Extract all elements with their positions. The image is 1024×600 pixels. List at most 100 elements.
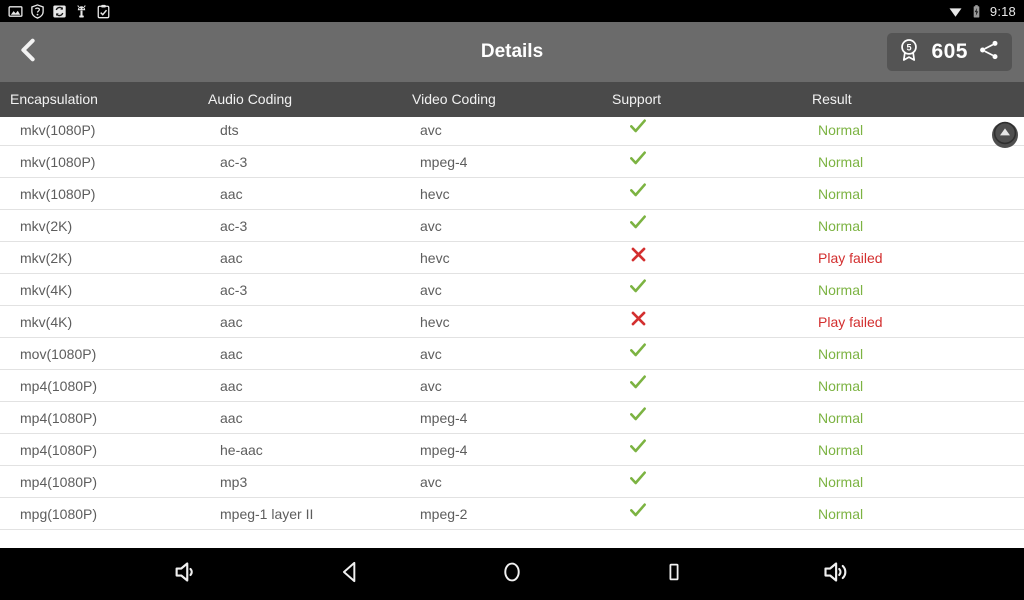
cell-result: Normal — [818, 346, 864, 362]
table-row[interactable]: mkv(4K) aac hevc Play failed — [0, 306, 1024, 338]
cell-audio-coding: he-aac — [220, 442, 263, 458]
nav-home-button[interactable] — [477, 548, 547, 600]
cell-video-coding: mpeg-4 — [420, 442, 468, 458]
clipboard-check-icon — [96, 4, 111, 19]
cell-audio-coding: aac — [220, 250, 243, 266]
table-row[interactable]: mkv(2K) aac hevc Play failed — [0, 242, 1024, 274]
cell-support — [618, 370, 658, 402]
cell-support — [618, 146, 658, 178]
column-header-video-coding: Video Coding — [412, 91, 496, 107]
cell-video-coding: avc — [420, 218, 442, 234]
scroll-to-top-button[interactable] — [992, 121, 1018, 148]
cell-encapsulation: mkv(2K) — [20, 250, 73, 266]
cell-result: Normal — [818, 218, 864, 234]
nav-back-button[interactable] — [315, 548, 385, 600]
check-icon — [628, 179, 648, 211]
clock-time: 9:18 — [989, 3, 1016, 19]
status-bar: 9:18 — [0, 0, 1024, 22]
column-header-result: Result — [812, 91, 852, 107]
award-badge-icon: 5 — [896, 37, 922, 68]
cell-encapsulation: mpg(1080P) — [20, 506, 98, 522]
cell-support — [618, 498, 658, 530]
usb-android-icon — [74, 4, 89, 19]
cell-result: Normal — [818, 122, 864, 138]
table-row[interactable]: mkv(2K) ac-3 avc Normal — [0, 210, 1024, 242]
details-screen: 9:18 Details 5 605 mkv(1080P) dts avc No… — [0, 0, 1024, 600]
cell-result: Normal — [818, 410, 864, 426]
column-header-support: Support — [612, 91, 662, 107]
status-bar-notification-icons — [0, 3, 111, 19]
cross-icon — [629, 243, 648, 275]
cell-support — [618, 114, 658, 146]
volume-up-button[interactable] — [801, 548, 871, 600]
score-share-group[interactable]: 5 605 — [887, 33, 1012, 71]
recents-square-icon — [662, 560, 686, 589]
cell-result: Play failed — [818, 314, 883, 330]
cell-result: Normal — [818, 378, 864, 394]
volume-down-button[interactable] — [151, 548, 221, 600]
cell-encapsulation: mkv(2K) — [20, 218, 73, 234]
cell-support — [618, 466, 658, 498]
score-value: 605 — [931, 40, 968, 63]
sync-icon — [52, 4, 67, 19]
cell-video-coding: avc — [420, 346, 442, 362]
cell-support — [618, 178, 658, 210]
table-row[interactable]: mkv(4K) ac-3 avc Normal — [0, 274, 1024, 306]
cell-audio-coding: mpeg-1 layer II — [220, 506, 314, 522]
cell-encapsulation: mp4(1080P) — [20, 442, 98, 458]
cell-audio-coding: ac-3 — [220, 218, 248, 234]
table-row[interactable]: mp4(1080P) aac mpeg-4 Normal — [0, 402, 1024, 434]
table-row[interactable]: mp4(1080P) he-aac mpeg-4 Normal — [0, 434, 1024, 466]
compatibility-table-body[interactable]: mkv(1080P) Normal mkv(1080P) dts avc Normal… — [0, 82, 1024, 550]
cell-result: Play failed — [818, 250, 883, 266]
check-icon — [628, 435, 648, 467]
nav-recents-button[interactable] — [639, 548, 709, 600]
column-header-encapsulation: Encapsulation — [10, 91, 98, 107]
cell-video-coding: hevc — [420, 314, 450, 330]
check-icon — [628, 371, 648, 403]
cell-video-coding: mpeg-4 — [420, 154, 468, 170]
table-row[interactable]: mov(1080P) aac avc Normal — [0, 338, 1024, 370]
photo-icon — [8, 4, 23, 19]
table-row[interactable]: mp4(1080P) mp3 avc Normal — [0, 466, 1024, 498]
cell-encapsulation: mkv(1080P) — [20, 186, 96, 202]
check-icon — [628, 147, 648, 179]
battery-charging-icon — [969, 4, 984, 19]
cell-result: Normal — [818, 474, 864, 490]
cell-audio-coding: ac-3 — [220, 154, 248, 170]
cell-audio-coding: aac — [220, 410, 243, 426]
cell-encapsulation: mp4(1080P) — [20, 378, 98, 394]
cell-encapsulation: mkv(1080P) — [20, 122, 96, 138]
table-row[interactable]: mp4(1080P) aac avc Normal — [0, 370, 1024, 402]
table-row[interactable]: mkv(1080P) ac-3 mpeg-4 Normal — [0, 146, 1024, 178]
cell-video-coding: hevc — [420, 186, 450, 202]
page-title: Details — [480, 41, 544, 62]
system-navigation-bar — [0, 548, 1024, 600]
cell-video-coding: mpeg-4 — [420, 410, 468, 426]
cell-video-coding: avc — [420, 474, 442, 490]
back-triangle-icon — [337, 559, 363, 590]
volume-up-icon — [821, 557, 851, 592]
cell-support — [618, 306, 658, 338]
share-icon[interactable] — [977, 38, 1001, 67]
check-icon — [628, 211, 648, 243]
cell-result: Normal — [818, 506, 864, 522]
cell-audio-coding: ac-3 — [220, 282, 248, 298]
cell-support — [618, 242, 658, 274]
cell-audio-coding: aac — [220, 378, 243, 394]
cell-encapsulation: mp4(1080P) — [20, 410, 98, 426]
cell-audio-coding: aac — [220, 314, 243, 330]
cell-video-coding: avc — [420, 378, 442, 394]
table-row[interactable]: mkv(1080P) aac hevc Normal — [0, 178, 1024, 210]
cell-audio-coding: dts — [220, 122, 239, 138]
cell-encapsulation: mov(1080P) — [20, 346, 97, 362]
cell-support — [618, 274, 658, 306]
cell-audio-coding: mp3 — [220, 474, 248, 490]
cell-support — [618, 338, 658, 370]
cell-video-coding: avc — [420, 122, 442, 138]
home-circle-icon — [499, 559, 525, 590]
cell-support — [618, 210, 658, 242]
table-row[interactable]: mkv(1080P) dts avc Normal — [0, 114, 1024, 146]
table-row[interactable]: mpg(1080P) mpeg-1 layer II mpeg-2 Normal — [0, 498, 1024, 530]
cell-support — [618, 402, 658, 434]
